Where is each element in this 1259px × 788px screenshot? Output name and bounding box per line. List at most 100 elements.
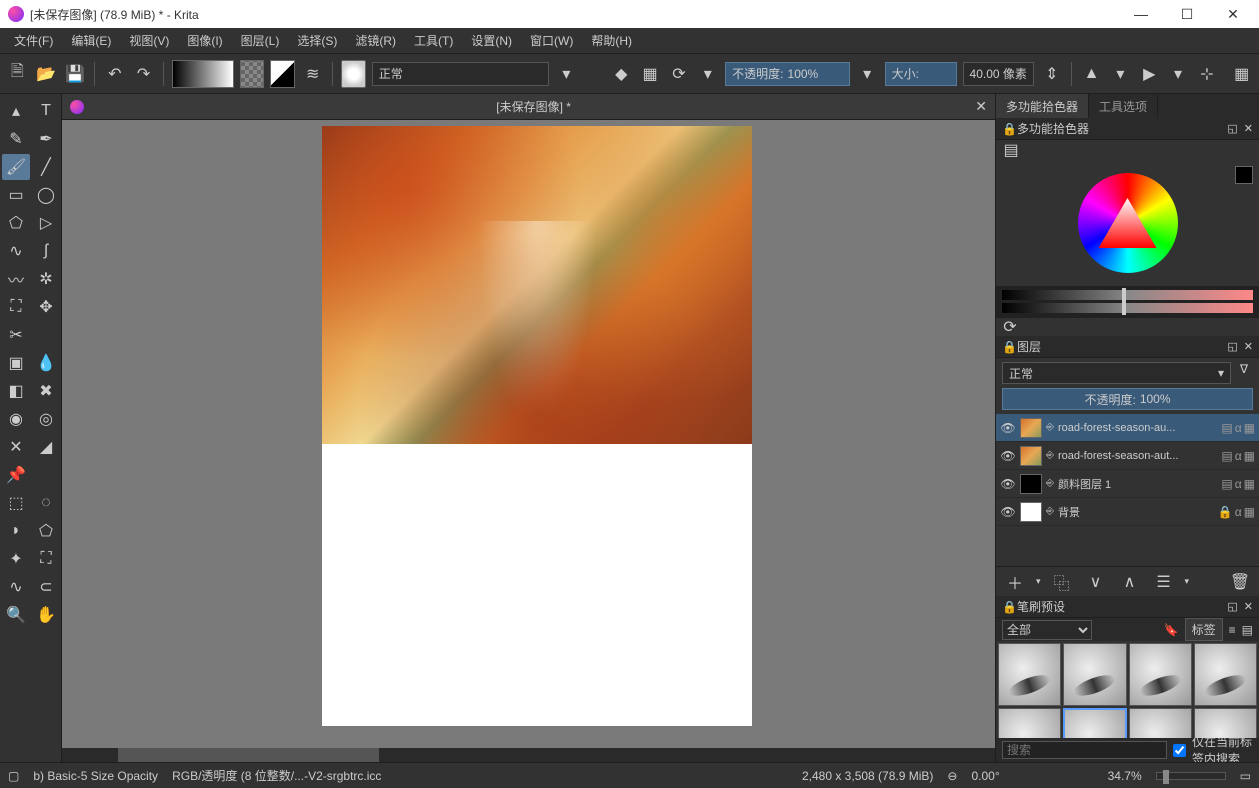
- tag-label[interactable]: 标签: [1185, 618, 1223, 641]
- mirror-h-button[interactable]: ▲: [1080, 61, 1103, 87]
- scrollbar-horizontal[interactable]: [62, 748, 995, 762]
- current-color-swatch[interactable]: [1235, 166, 1253, 184]
- mirror-v-button[interactable]: ▶: [1138, 61, 1161, 87]
- line-tool[interactable]: ╱: [32, 154, 60, 180]
- layer-blend-select[interactable]: 正常▾: [1002, 362, 1231, 384]
- rect-tool[interactable]: ▭: [2, 182, 30, 208]
- brush-search-input[interactable]: [1002, 741, 1167, 759]
- eraser-mode-button[interactable]: ◆: [610, 61, 633, 87]
- menu-window[interactable]: 窗口(W): [522, 29, 581, 52]
- layer-name[interactable]: road-forest-season-au...: [1058, 422, 1217, 434]
- delete-layer-button[interactable]: 🗑: [1227, 569, 1253, 595]
- alpha-lock-button[interactable]: ▦: [639, 61, 662, 87]
- wrap-around-button[interactable]: ⊹: [1195, 61, 1218, 87]
- layer-row[interactable]: 👁 ⎆ 颜料图层 1 ▤α▦: [996, 470, 1259, 498]
- gradient-tool[interactable]: ◧: [2, 378, 30, 404]
- ellipse-select-tool[interactable]: ◌: [32, 490, 60, 516]
- close-brush-icon[interactable]: ✕: [1244, 600, 1253, 613]
- document-canvas[interactable]: [322, 126, 752, 726]
- pattern-selector[interactable]: [240, 60, 265, 88]
- layer-properties-button[interactable]: ☰: [1151, 569, 1177, 595]
- measure-tool[interactable]: ✕: [2, 434, 30, 460]
- layer-name[interactable]: road-forest-season-aut...: [1058, 450, 1217, 462]
- zoom-slider[interactable]: [1156, 772, 1226, 780]
- calligraphy-tool[interactable]: ✒: [32, 126, 60, 152]
- brush-preset[interactable]: [1063, 708, 1126, 738]
- menu-settings[interactable]: 设置(N): [463, 29, 520, 52]
- tab-color-selector[interactable]: 多功能拾色器: [996, 94, 1089, 118]
- color-selector-widget[interactable]: [996, 160, 1259, 286]
- ellipse-tool[interactable]: ◯: [32, 182, 60, 208]
- undo-button[interactable]: ↶: [103, 61, 126, 87]
- layer-props-icon[interactable]: ▤: [1221, 477, 1232, 491]
- menu-tools[interactable]: 工具(T): [406, 29, 461, 52]
- tab-tool-options[interactable]: 工具选项: [1089, 94, 1158, 118]
- menu-file[interactable]: 文件(F): [6, 29, 61, 52]
- brush-preview-icon[interactable]: [341, 60, 366, 88]
- layer-props-icon[interactable]: ▤: [1221, 449, 1232, 463]
- layer-opacity-slider[interactable]: 不透明度: 100%: [1002, 388, 1253, 410]
- brush-category-select[interactable]: 全部: [1002, 620, 1092, 640]
- move-layer-up-button[interactable]: ∧: [1117, 569, 1143, 595]
- menu-help[interactable]: 帮助(H): [583, 29, 640, 52]
- mirror-v-dropdown-icon[interactable]: ▾: [1167, 61, 1190, 87]
- close-tab-button[interactable]: ✕: [975, 98, 987, 115]
- crop-tool[interactable]: ✂: [2, 322, 30, 348]
- freehand-path-tool[interactable]: ʃ: [32, 238, 60, 264]
- layer-props-icon[interactable]: ▤: [1221, 421, 1232, 435]
- list-view-icon[interactable]: ≡: [1229, 623, 1236, 637]
- reload-brush-button[interactable]: ⟳: [668, 61, 691, 87]
- refresh-history-icon[interactable]: ⟳: [1002, 320, 1018, 334]
- brush-preset[interactable]: [998, 643, 1061, 706]
- fill-tool[interactable]: ▣: [2, 350, 30, 376]
- workspace-button[interactable]: ▦: [1230, 61, 1253, 87]
- menu-layer[interactable]: 图层(L): [233, 29, 288, 52]
- float-panel-icon[interactable]: ◱: [1227, 122, 1237, 135]
- brush-preset[interactable]: [1194, 708, 1257, 738]
- bezier-select-tool[interactable]: ∿: [2, 574, 30, 600]
- visibility-icon[interactable]: 👁: [1000, 421, 1016, 435]
- layer-filter-icon[interactable]: ∇: [1235, 362, 1253, 384]
- status-zoom[interactable]: 34.7%: [1108, 769, 1142, 783]
- color-triangle-icon[interactable]: [1099, 198, 1157, 248]
- canvas-viewport[interactable]: [62, 120, 995, 748]
- layer-name[interactable]: 背景: [1058, 504, 1214, 520]
- open-file-button[interactable]: 📂: [35, 61, 58, 87]
- visibility-icon[interactable]: 👁: [1000, 477, 1016, 491]
- layer-name[interactable]: 颜料图层 1: [1058, 476, 1217, 492]
- transform-tool[interactable]: ⛶: [2, 294, 30, 320]
- search-in-tag-checkbox[interactable]: [1173, 744, 1186, 757]
- fg-bg-color-swatch[interactable]: [270, 60, 295, 88]
- similar-select-tool[interactable]: ⛶: [32, 546, 60, 572]
- lasso-select-tool[interactable]: ◗: [2, 518, 30, 544]
- reference-tool[interactable]: ◢: [32, 434, 60, 460]
- magnetic-select-tool[interactable]: ⊂: [32, 574, 60, 600]
- gradient-selector[interactable]: [172, 60, 234, 88]
- move-layer-tool[interactable]: ✥: [32, 294, 60, 320]
- opacity-dropdown-icon[interactable]: ▾: [696, 61, 719, 87]
- float-brush-icon[interactable]: ◱: [1227, 600, 1237, 613]
- new-file-button[interactable]: 🗎: [6, 61, 29, 87]
- document-tab[interactable]: [未保存图像] * ✕: [62, 94, 995, 120]
- multibrush-tool[interactable]: ✲: [32, 266, 60, 292]
- assistant-tool[interactable]: ◎: [32, 406, 60, 432]
- add-layer-button[interactable]: ＋: [1002, 569, 1028, 595]
- brush-preset[interactable]: [1194, 643, 1257, 706]
- shape-edit-tool[interactable]: ✎: [2, 126, 30, 152]
- layer-row[interactable]: 👁 ⎆ 背景 🔒α▦: [996, 498, 1259, 526]
- color-picker-tool[interactable]: 💧: [32, 350, 60, 376]
- size-value-input[interactable]: 40.00 像素: [963, 62, 1035, 86]
- opacity-slider[interactable]: 不透明度: 100%: [725, 62, 850, 86]
- select-mode-icon[interactable]: ▢: [8, 769, 19, 783]
- size-slider[interactable]: 大小:: [885, 62, 957, 86]
- poly-select-tool[interactable]: ⬠: [32, 518, 60, 544]
- close-button[interactable]: ✕: [1219, 6, 1247, 23]
- rect-select-tool[interactable]: ⬚: [2, 490, 30, 516]
- brush-preset[interactable]: [1129, 643, 1192, 706]
- size-dropdown-icon[interactable]: ▾: [856, 61, 879, 87]
- visibility-icon[interactable]: 👁: [1000, 449, 1016, 463]
- tag-icon[interactable]: 🔖: [1164, 623, 1179, 637]
- bezier-tool[interactable]: ∿: [2, 238, 30, 264]
- polygon-tool[interactable]: ⬠: [2, 210, 30, 236]
- close-panel-icon[interactable]: ✕: [1244, 122, 1253, 135]
